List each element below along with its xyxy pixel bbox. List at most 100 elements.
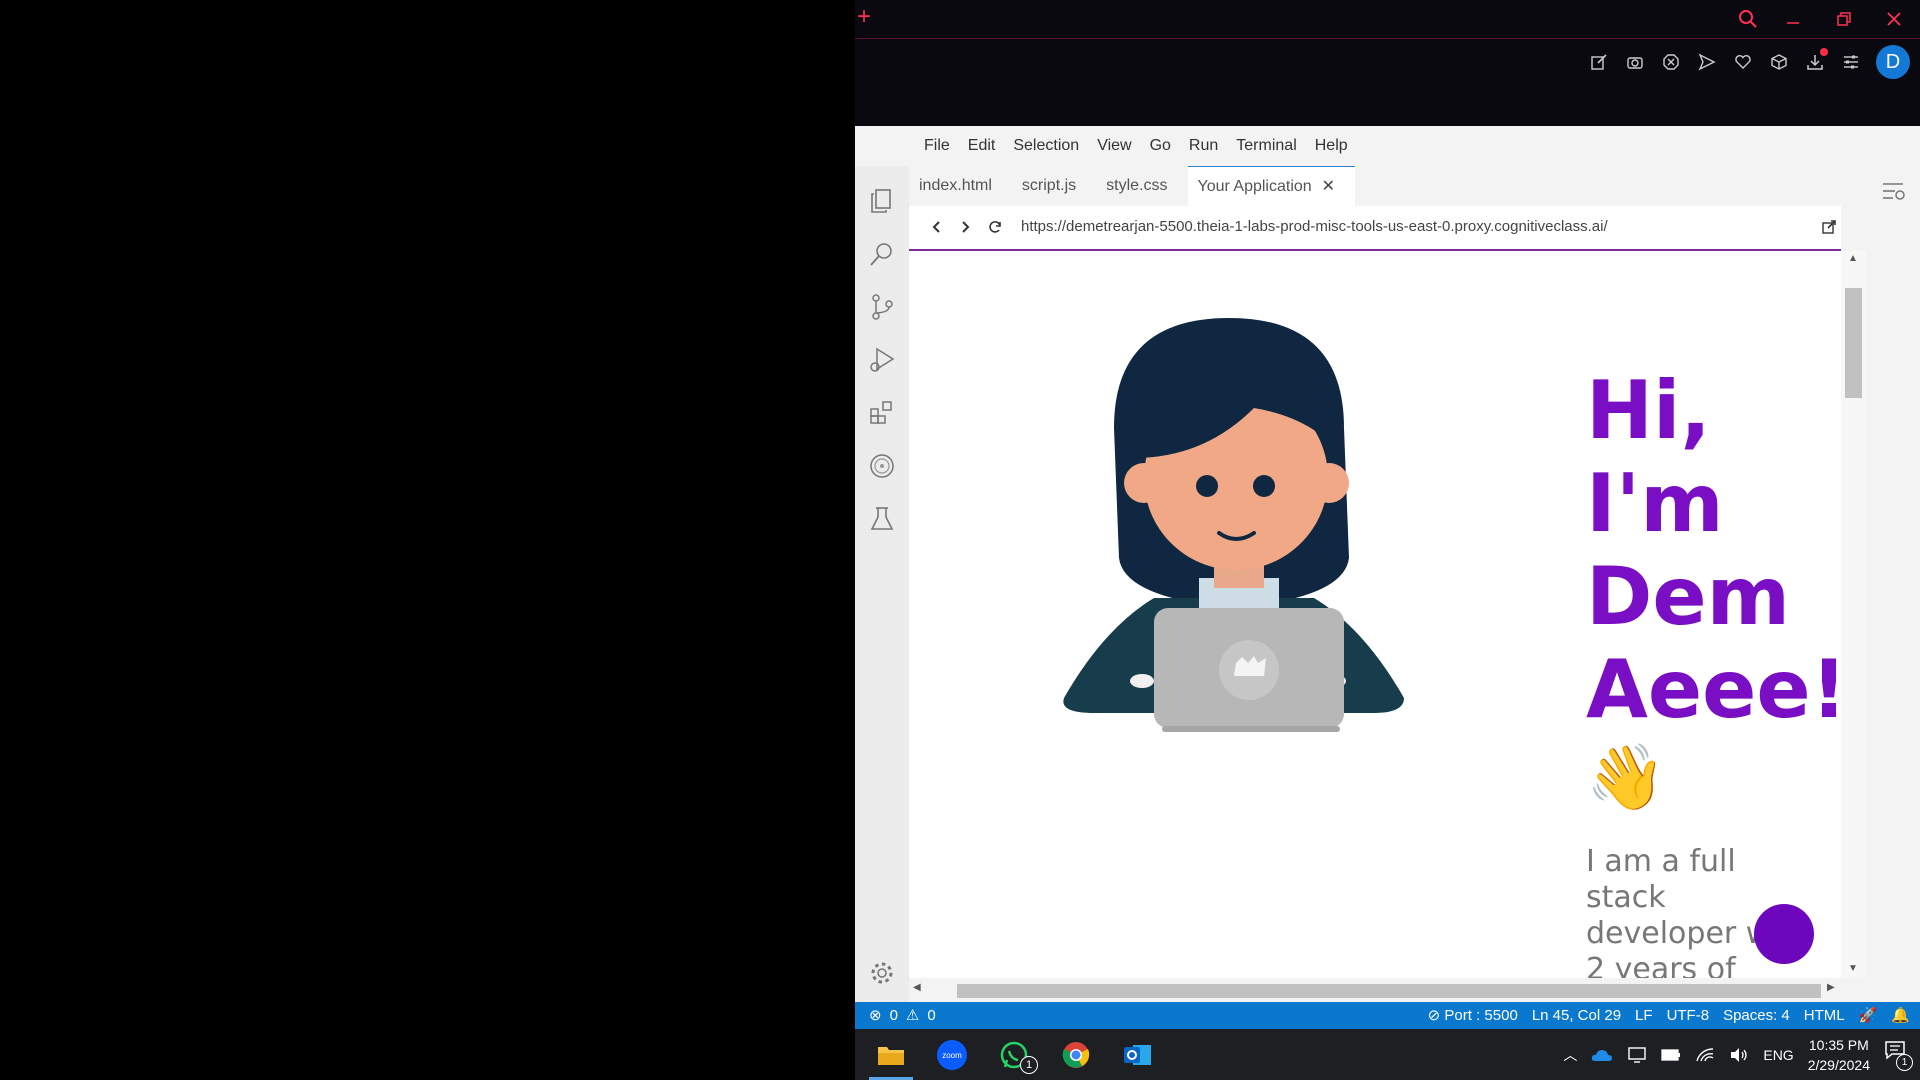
wifi-icon[interactable] <box>1695 1047 1715 1063</box>
settings-sliders-icon[interactable] <box>1840 51 1862 73</box>
app-preview: Hi, I'm Dem Aeee! 👋 I am a full stack de… <box>909 251 1841 978</box>
vertical-scroll-thumb[interactable] <box>1845 288 1862 398</box>
scroll-up-icon[interactable]: ▲ <box>1848 253 1858 264</box>
error-count: 0 <box>889 1007 898 1024</box>
problems-indicator[interactable]: ⊗ 0 ⚠ 0 <box>869 1002 936 1029</box>
skills-network-icon[interactable] <box>867 451 897 481</box>
lab-flask-icon[interactable] <box>867 504 897 534</box>
back-icon[interactable] <box>929 219 945 235</box>
warning-icon: ⚠ <box>905 1007 920 1024</box>
scroll-down-icon[interactable]: ▼ <box>1848 963 1858 974</box>
end-of-line[interactable]: LF <box>1635 1002 1653 1029</box>
outlook-icon[interactable] <box>1116 1034 1160 1076</box>
browser-tabstrip: + <box>855 0 1920 39</box>
source-control-icon[interactable] <box>867 292 897 322</box>
cube-icon[interactable] <box>1768 51 1790 73</box>
system-tray: ︿ ENG 10:35 PM 2/29/2024 1 <box>1563 1029 1913 1080</box>
refresh-icon[interactable] <box>987 219 1003 235</box>
battery-icon[interactable] <box>1661 1048 1681 1061</box>
error-icon: ⊗ <box>869 1007 882 1024</box>
run-debug-icon[interactable] <box>867 345 897 375</box>
menu-go[interactable]: Go <box>1141 126 1180 166</box>
hero-greeting: Hi, I'm Dem Aeee! 👋 <box>1586 364 1841 820</box>
menu-edit[interactable]: Edit <box>959 126 1005 166</box>
browser-toolbar: D <box>1588 44 1910 80</box>
editor-tabs: index.html script.js style.css Your Appl… <box>909 166 1866 206</box>
volume-icon[interactable] <box>1729 1047 1749 1063</box>
greeting-line: Hi, <box>1586 364 1711 457</box>
floating-action-button[interactable] <box>1754 904 1814 964</box>
tab-style-css[interactable]: style.css <box>1096 166 1187 206</box>
ide-window: File Edit Selection View Go Run Terminal… <box>855 126 1920 1002</box>
restore-button[interactable] <box>1831 6 1857 32</box>
display-icon[interactable] <box>1627 1046 1647 1064</box>
greeting-line: Aeee! <box>1586 643 1841 736</box>
scroll-right-icon[interactable]: ▶ <box>1827 982 1835 993</box>
menu-file[interactable]: File <box>915 126 959 166</box>
settings-gear-icon[interactable] <box>867 958 897 988</box>
extensions-icon[interactable] <box>867 398 897 428</box>
block-icon[interactable] <box>1660 51 1682 73</box>
forward-icon[interactable] <box>957 219 973 235</box>
send-icon[interactable] <box>1696 51 1718 73</box>
menu-help[interactable]: Help <box>1306 126 1357 166</box>
zoom-icon[interactable]: zoom <box>930 1034 974 1076</box>
windows-taskbar: zoom 1 ︿ ENG 10:35 PM 2/29/2024 1 <box>855 1029 1920 1080</box>
zoom-label: zoom <box>937 1040 967 1070</box>
menu-view[interactable]: View <box>1088 126 1140 166</box>
file-explorer-icon[interactable] <box>869 1034 913 1076</box>
tab-label: Your Application <box>1197 177 1312 195</box>
profile-avatar[interactable]: D <box>1876 45 1910 79</box>
chevron-up-icon[interactable]: ︿ <box>1563 1045 1577 1065</box>
search-sidebar-icon[interactable] <box>867 239 897 269</box>
secondary-sidebar <box>1866 166 1920 1002</box>
port-status[interactable]: ⊘ Port : 5500 <box>1428 1002 1518 1029</box>
greeting-line: I'm <box>1586 457 1724 550</box>
close-window-button[interactable] <box>1881 6 1907 32</box>
port-icon: ⊘ <box>1427 1007 1445 1024</box>
onedrive-icon[interactable] <box>1591 1048 1613 1062</box>
scroll-left-icon[interactable]: ◀ <box>913 982 921 993</box>
menu-selection[interactable]: Selection <box>1004 126 1088 166</box>
tab-script-js[interactable]: script.js <box>1012 166 1096 206</box>
cursor-position[interactable]: Ln 45, Col 29 <box>1532 1002 1621 1029</box>
menu-run[interactable]: Run <box>1180 126 1227 166</box>
camera-icon[interactable] <box>1624 51 1646 73</box>
input-language[interactable]: ENG <box>1763 1047 1793 1063</box>
vertical-scrollbar[interactable]: ▲ ▼ <box>1841 251 1866 978</box>
bio-line: I am a full <box>1586 844 1736 879</box>
activity-bar <box>855 166 909 1002</box>
tab-index-html[interactable]: index.html <box>909 166 1012 206</box>
menu-terminal[interactable]: Terminal <box>1227 126 1305 166</box>
edit-icon[interactable] <box>1588 51 1610 73</box>
heart-icon[interactable] <box>1732 51 1754 73</box>
minimize-button[interactable] <box>1780 6 1806 32</box>
horizontal-scrollbar[interactable]: ◀ ▶ <box>909 978 1841 1002</box>
explorer-icon[interactable] <box>867 186 897 216</box>
status-bar: ⊗ 0 ⚠ 0 ⊘ Port : 5500 Ln 45, Col 29 LF U… <box>855 1002 1920 1029</box>
notifications-icon[interactable]: 1 <box>1884 1040 1913 1071</box>
toggle-panel-icon[interactable] <box>1878 176 1908 206</box>
notifications-badge: 1 <box>1896 1053 1913 1071</box>
encoding[interactable]: UTF-8 <box>1667 1002 1710 1029</box>
browser-chrome: + D <box>855 0 1920 126</box>
whatsapp-badge: 1 <box>1020 1056 1038 1074</box>
menubar: File Edit Selection View Go Run Terminal… <box>855 126 1920 166</box>
open-external-icon[interactable] <box>1821 219 1837 235</box>
developer-illustration <box>1044 308 1434 778</box>
clock[interactable]: 10:35 PM 2/29/2024 <box>1808 1035 1870 1075</box>
close-icon[interactable]: ✕ <box>1322 167 1335 207</box>
download-icon[interactable] <box>1804 48 1828 73</box>
chrome-icon[interactable] <box>1054 1034 1098 1076</box>
tab-your-application[interactable]: Your Application ✕ <box>1187 166 1356 207</box>
new-tab-button[interactable]: + <box>857 5 871 29</box>
search-icon[interactable] <box>1735 6 1761 32</box>
language-mode[interactable]: HTML <box>1804 1002 1845 1029</box>
horizontal-scroll-thumb[interactable] <box>957 984 1821 998</box>
rocket-icon[interactable]: 🚀 <box>1859 1002 1878 1029</box>
indentation[interactable]: Spaces: 4 <box>1723 1002 1790 1029</box>
bell-icon[interactable]: 🔔 <box>1891 1002 1910 1029</box>
url-input[interactable]: https://demetrearjan-5500.theia-1-labs-p… <box>1021 218 1608 235</box>
whatsapp-icon[interactable]: 1 <box>992 1034 1038 1076</box>
clock-date: 2/29/2024 <box>1807 1056 1870 1073</box>
